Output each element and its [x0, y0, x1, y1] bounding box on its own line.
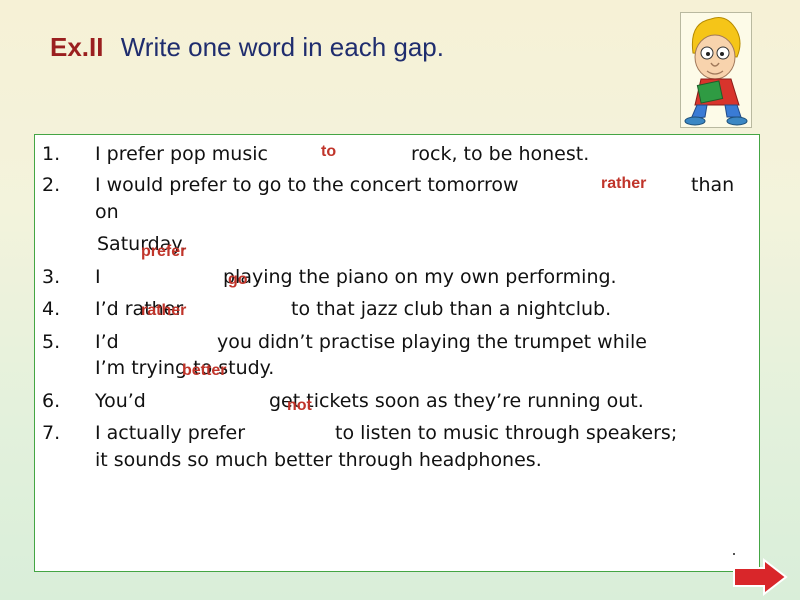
item-text: You’d: [95, 390, 146, 412]
answer-word: go: [228, 271, 248, 288]
boy-reading-book-icon: [680, 12, 752, 128]
item-text: you didn’t practise playing the trumpet …: [217, 331, 647, 353]
answer-word: to: [321, 143, 337, 160]
item-text: to that jazz club than a nightclub.: [291, 298, 612, 320]
answer-word: not: [287, 397, 312, 414]
answer-word: prefer: [141, 243, 187, 260]
item-text: on: [95, 201, 119, 223]
answer-word: rather: [141, 302, 187, 319]
panel-dot: [733, 553, 735, 555]
item-text: get tickets soon as they’re running out.: [269, 390, 644, 412]
item-text: to listen to music through speakers;: [335, 422, 678, 444]
page-title: Ex.II Write one word in each gap.: [50, 32, 444, 63]
item-number: 4.: [42, 298, 61, 320]
answer-word: better: [182, 362, 227, 379]
item-text: I: [95, 266, 101, 288]
next-arrow-icon[interactable]: [732, 558, 788, 596]
exercise-instruction: Write one word in each gap.: [120, 32, 444, 62]
answer-word: rather: [601, 175, 647, 192]
item-number: 2.: [42, 174, 61, 196]
item-text: rock, to be honest.: [411, 143, 590, 165]
item-number: 6.: [42, 390, 61, 412]
item-number: 1.: [42, 143, 61, 165]
item-text: than: [691, 174, 735, 196]
item-number: 3.: [42, 266, 61, 288]
item-number: 7.: [42, 422, 61, 444]
item-text: it sounds so much better through headpho…: [95, 449, 542, 471]
item-text: playing the piano on my own performing.: [223, 266, 617, 288]
item-text: I prefer pop music: [95, 143, 268, 165]
item-text: I would prefer to go to the concert tomo…: [95, 174, 519, 196]
exercise-panel: 1. I prefer pop music rock, to be honest…: [34, 134, 760, 572]
exercise-number: Ex.II: [50, 32, 104, 62]
item-text: I’d: [95, 331, 119, 353]
item-number: 5.: [42, 331, 61, 353]
item-text: I actually prefer: [95, 422, 246, 444]
